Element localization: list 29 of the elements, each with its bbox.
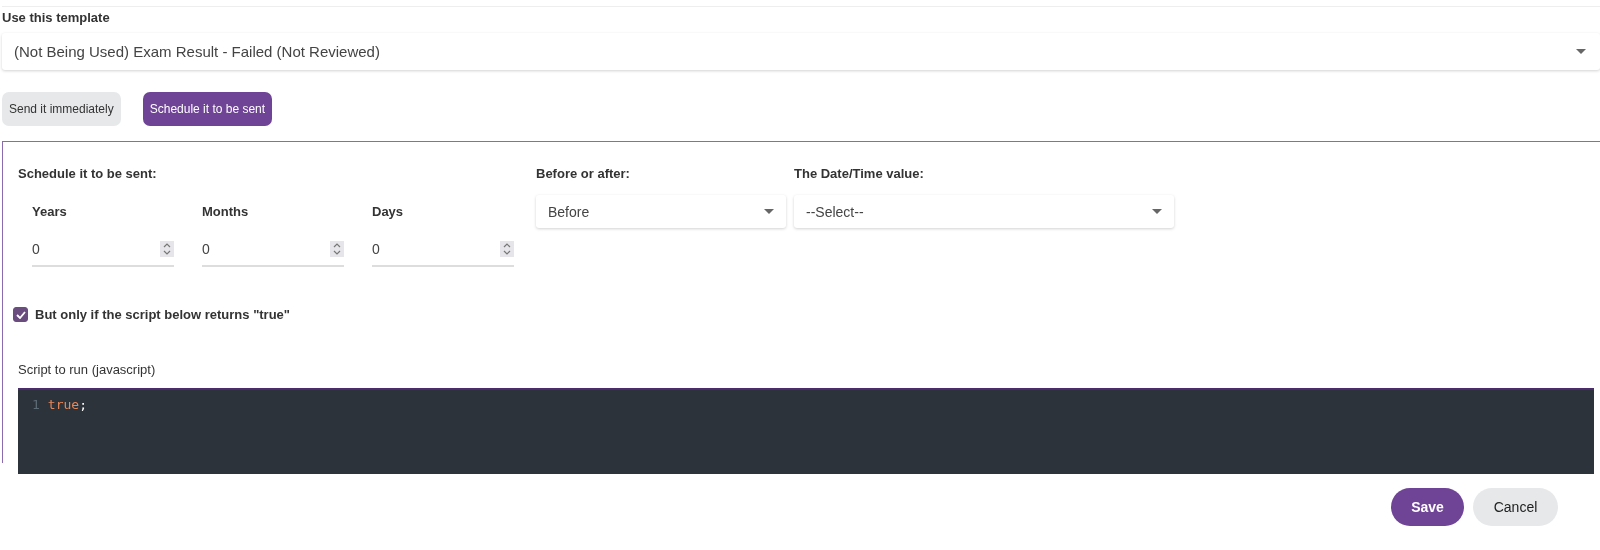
- number-input-field[interactable]: 0: [202, 232, 344, 267]
- datetime-select[interactable]: --Select--: [794, 195, 1174, 228]
- cancel-button[interactable]: Cancel: [1473, 488, 1558, 526]
- dropdown-caret-icon: [764, 209, 774, 214]
- number-field-label: Years: [32, 204, 68, 219]
- send-mode-button[interactable]: Schedule it to be sent: [142, 92, 273, 126]
- before-after-select[interactable]: Before: [536, 195, 786, 228]
- number-field-label: Days: [372, 204, 405, 219]
- checkbox[interactable]: [13, 307, 28, 322]
- before-after-label: Before or after:: [536, 166, 631, 181]
- dropdown-caret-icon: [1152, 209, 1162, 214]
- datetime-label: The Date/Time value:: [794, 166, 925, 181]
- checkbox-label: But only if the script below returns "true": [35, 307, 291, 322]
- code-line: true;: [47, 397, 87, 412]
- spinner-icon[interactable]: [160, 240, 174, 257]
- script-label: Script to run (javascript): [18, 362, 157, 377]
- number-field-label: Months: [202, 204, 250, 219]
- template-select[interactable]: (Not Being Used) Exam Result - Failed (Not Reviewed): [2, 33, 1600, 70]
- save-button[interactable]: Save: [1391, 488, 1464, 526]
- number-input-field[interactable]: 0: [32, 232, 174, 267]
- schedule-label: Schedule it to be sent:: [18, 166, 158, 181]
- send-mode-button[interactable]: Send it immediately: [2, 92, 121, 126]
- code-editor[interactable]: 1 true;: [18, 388, 1594, 474]
- dropdown-caret-icon: [1576, 48, 1586, 55]
- line-number: 1: [32, 397, 40, 412]
- number-input-field[interactable]: 0: [372, 232, 514, 267]
- template-label: Use this template: [1, 9, 111, 27]
- spinner-icon[interactable]: [500, 240, 514, 257]
- spinner-icon[interactable]: [330, 240, 344, 257]
